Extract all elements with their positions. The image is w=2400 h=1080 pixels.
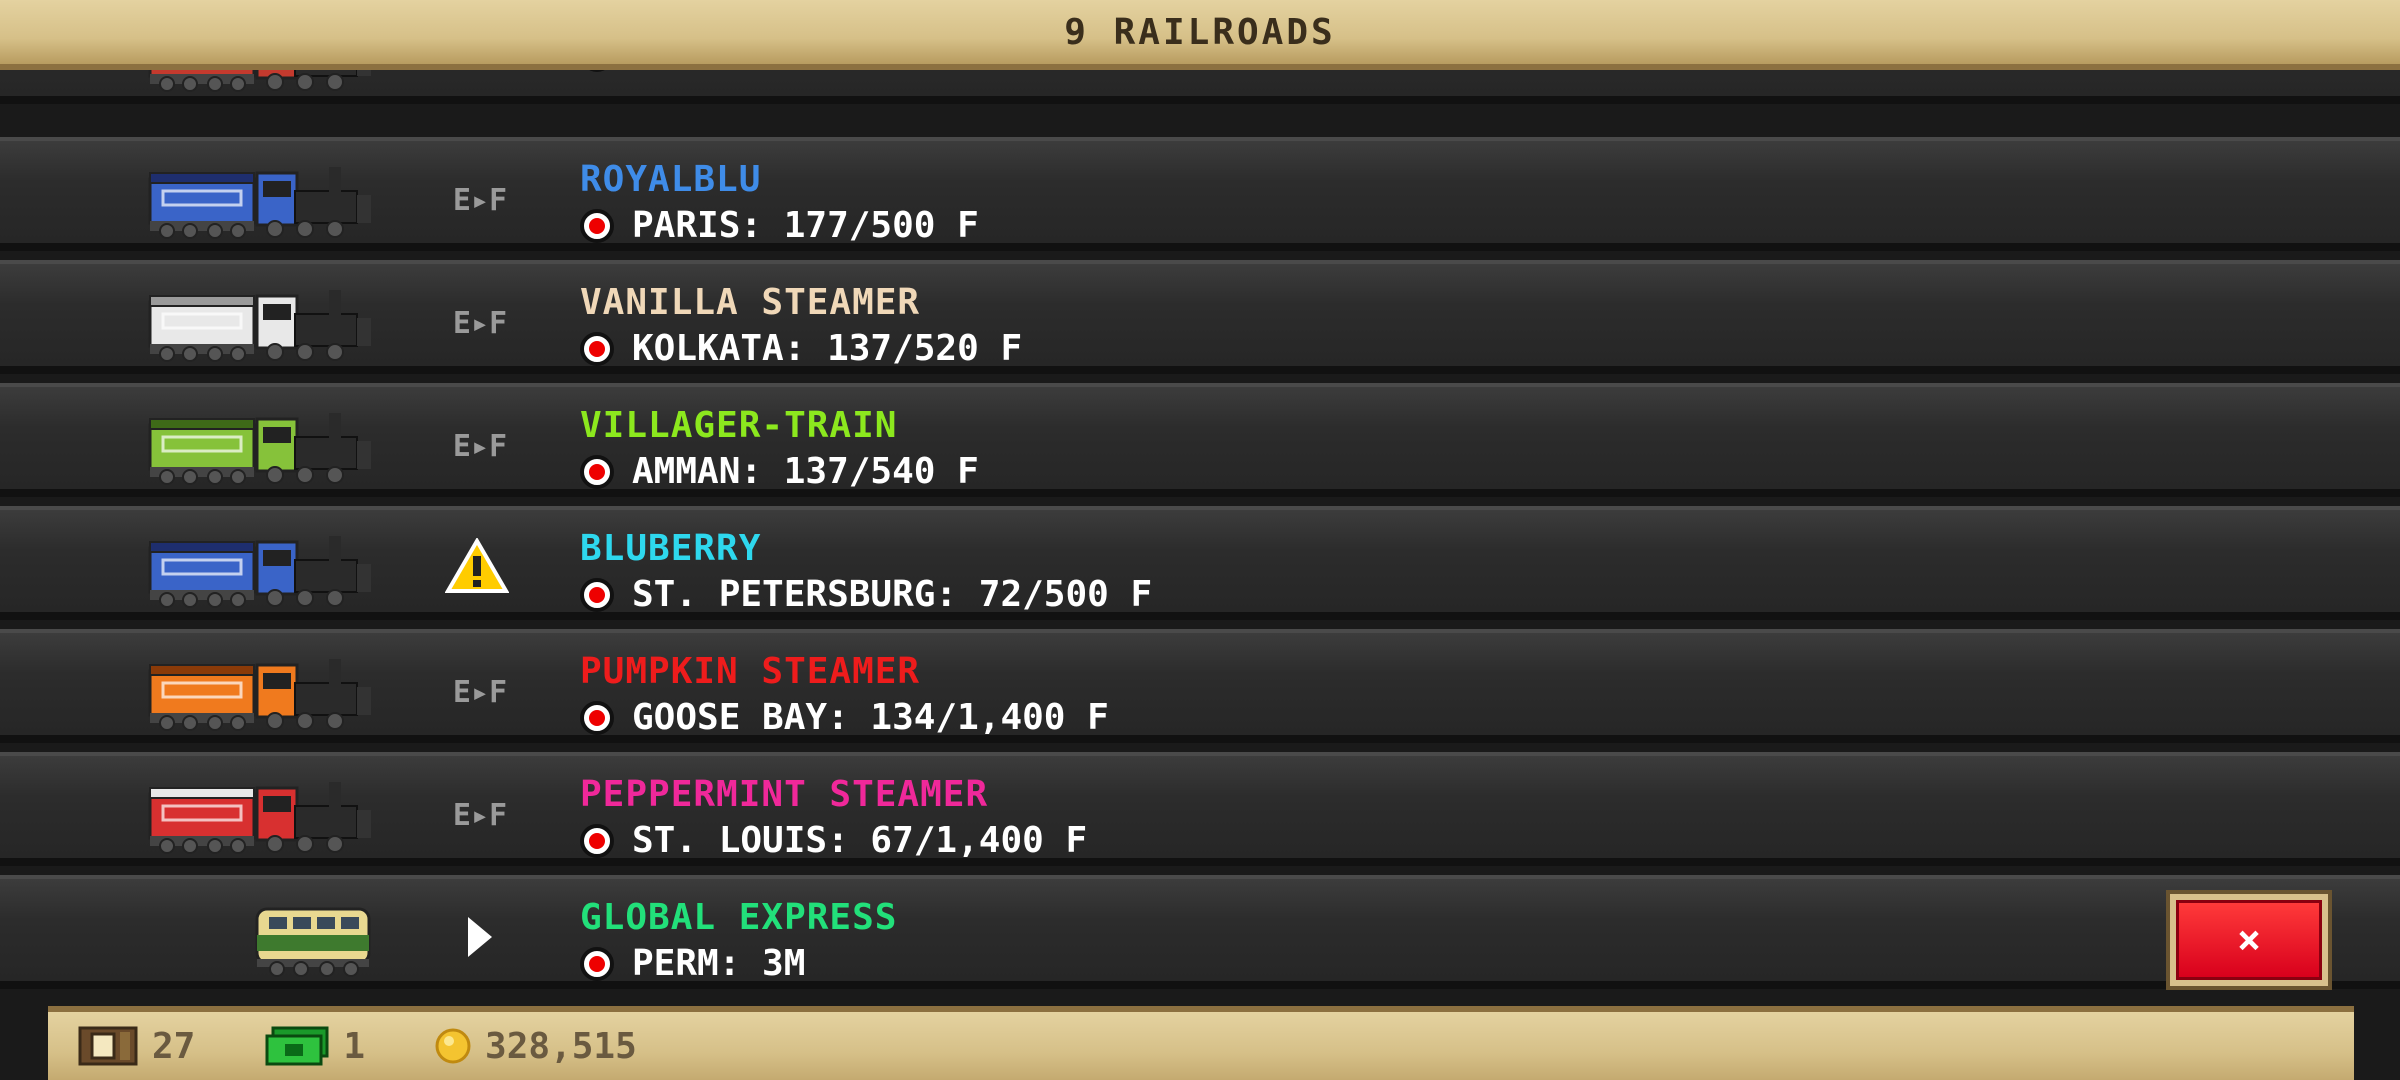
- location-pin-icon: [580, 331, 614, 366]
- empty-full-icon: E▸F: [452, 305, 508, 341]
- train-route: PARIS: 177/500 F: [580, 205, 979, 246]
- train-route: KOLKATA: 137/520 F: [580, 328, 1022, 369]
- train-sprite: [145, 774, 375, 854]
- train-icon: [255, 907, 371, 977]
- close-button[interactable]: ×: [2166, 890, 2332, 990]
- tickets-counter: 1: [265, 1026, 365, 1067]
- warning-icon[interactable]: [444, 537, 510, 598]
- train-sprite: [145, 528, 375, 608]
- train-sprite: [145, 651, 375, 731]
- train-row[interactable]: E▸F VANILLA STEAMER KOLKATA: 137/520 F: [0, 260, 2400, 374]
- crate-icon: [78, 1026, 138, 1066]
- location-pin-icon: [580, 454, 614, 489]
- railroads-header: 9 RAILROADS: [0, 0, 2400, 70]
- empty-full-icon: E▸F: [452, 674, 508, 710]
- close-icon: ×: [2176, 900, 2322, 980]
- route-text: KOLKATA: 137/520 F: [632, 328, 1023, 369]
- coin-icon: [435, 1028, 471, 1064]
- train-name: BLUBERRY: [580, 528, 762, 569]
- location-pin-icon: [580, 946, 614, 981]
- train-name: PUMPKIN STEAMER: [580, 651, 921, 692]
- tickets-count: 1: [343, 1025, 366, 1067]
- route-text: ST. PETERSBURG: 72/500 F: [632, 574, 1153, 615]
- location-pin-icon: [580, 700, 614, 735]
- train-row[interactable]: E▸F ROYALBLU PARIS: 177/500 F: [0, 137, 2400, 251]
- train-row[interactable]: BLUBERRY ST. PETERSBURG: 72/500 F: [0, 506, 2400, 620]
- train-route: PERM: 3M: [580, 943, 805, 984]
- train-icon: [148, 290, 371, 362]
- train-sprite: [145, 405, 375, 485]
- train-icon: [148, 536, 371, 608]
- train-icon: [148, 167, 371, 239]
- crates-count: 27: [152, 1025, 196, 1067]
- location-pin-icon: [580, 823, 614, 858]
- train-name: VANILLA STEAMER: [580, 282, 921, 323]
- train-icon: [148, 782, 371, 854]
- location-pin-icon: [580, 208, 614, 243]
- empty-full-icon: E▸F: [452, 182, 508, 218]
- route-text: AMMAN: 137/540 F: [632, 451, 979, 492]
- ticket-icon: [265, 1026, 329, 1066]
- train-sprite: [145, 897, 375, 977]
- play-icon[interactable]: [466, 915, 494, 963]
- train-name: GLOBAL EXPRESS: [580, 897, 898, 938]
- train-route: AMMAN: 137/540 F: [580, 451, 979, 492]
- route-text: PARIS: 177/500 F: [632, 205, 979, 246]
- location-pin-icon: [580, 577, 614, 612]
- page-title: 9 RAILROADS: [1064, 11, 1336, 53]
- train-icon: [148, 413, 371, 485]
- train-sprite: [145, 159, 375, 239]
- train-icon: [148, 659, 371, 731]
- train-name: VILLAGER-TRAIN: [580, 405, 898, 446]
- route-text: PERM: 3M: [632, 943, 806, 984]
- train-row[interactable]: GLOBAL EXPRESS PERM: 3M: [0, 875, 2400, 989]
- train-sprite: [145, 282, 375, 362]
- coins-count: 328,515: [485, 1025, 637, 1067]
- route-text: ST. LOUIS: 67/1,400 F: [632, 820, 1088, 861]
- train-name: ROYALBLU: [580, 159, 762, 200]
- route-text: GOOSE BAY: 134/1,400 F: [632, 697, 1109, 738]
- empty-full-icon: E▸F: [452, 428, 508, 464]
- train-route: ST. PETERSBURG: 72/500 F: [580, 574, 1152, 615]
- crates-counter: 27: [78, 1026, 195, 1067]
- train-row[interactable]: E▸F PEPPERMINT STEAMER ST. LOUIS: 67/1,400…: [0, 752, 2400, 866]
- coins-counter: 328,515: [435, 1026, 637, 1067]
- train-row[interactable]: E▸F VILLAGER-TRAIN AMMAN: 137/540 F: [0, 383, 2400, 497]
- train-name: PEPPERMINT STEAMER: [580, 774, 989, 815]
- empty-full-icon: E▸F: [452, 797, 508, 833]
- railroad-list: E▸FROME: 157/460 F E▸FROYALBLUPARIS: 177…: [0, 0, 2400, 1000]
- resource-bar: 27 1 328,515: [48, 1006, 2354, 1080]
- train-route: GOOSE BAY: 134/1,400 F: [580, 697, 1109, 738]
- train-route: ST. LOUIS: 67/1,400 F: [580, 820, 1087, 861]
- train-row[interactable]: E▸F PUMPKIN STEAMER GOOSE BAY: 134/1,400 F: [0, 629, 2400, 743]
